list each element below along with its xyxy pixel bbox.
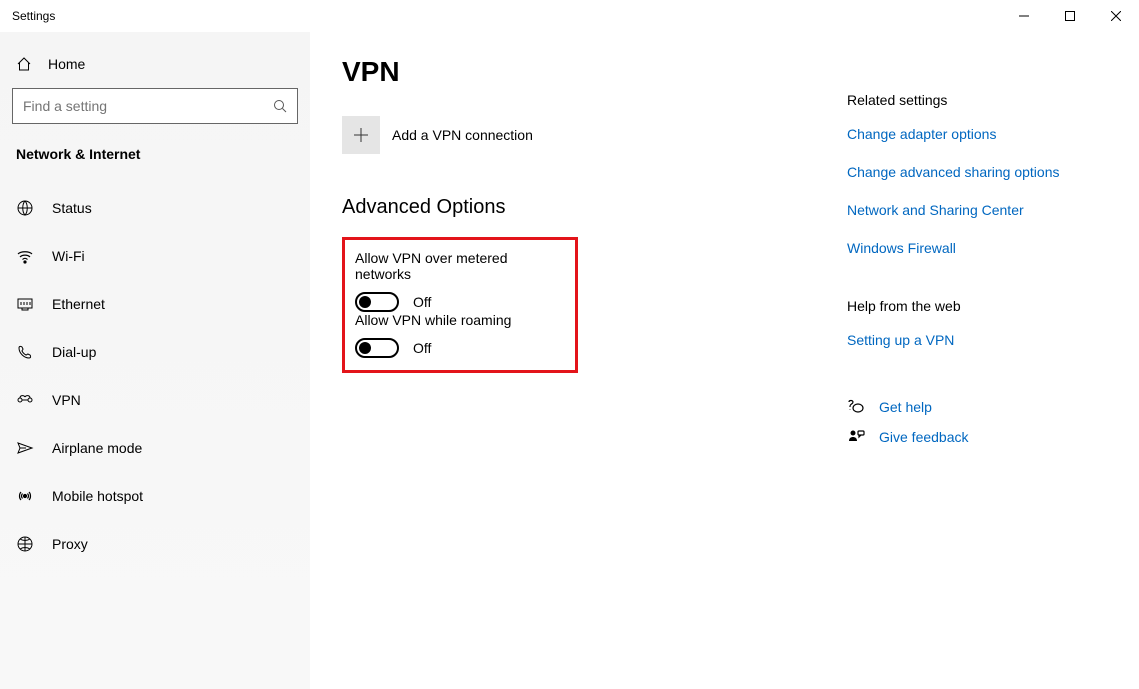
link-setting-up-vpn[interactable]: Setting up a VPN (847, 332, 1107, 348)
toggle-roaming-state: Off (413, 340, 431, 356)
feedback-icon (847, 428, 865, 446)
sidebar-item-label: Wi-Fi (52, 248, 85, 264)
ethernet-icon (16, 295, 34, 313)
sidebar-item-label: Proxy (52, 536, 88, 552)
minimize-button[interactable] (1001, 0, 1047, 32)
vpn-icon (16, 391, 34, 409)
search-box[interactable] (12, 88, 298, 124)
page-title: VPN (342, 56, 787, 88)
category-label: Network & Internet (12, 146, 298, 162)
main-panel: VPN Add a VPN connection Advanced Option… (310, 32, 1139, 689)
airplane-icon (16, 439, 34, 457)
toggle-metered: Allow VPN over metered networks Off (355, 250, 565, 312)
sidebar: Home Network & Internet Status Wi-Fi (0, 32, 310, 689)
window-controls (1001, 0, 1139, 32)
right-panel: Related settings Change adapter options … (847, 56, 1107, 689)
toggle-roaming: Allow VPN while roaming Off (355, 312, 565, 358)
help-from-web-heading: Help from the web (847, 298, 1107, 314)
home-label: Home (48, 56, 85, 72)
sidebar-item-hotspot[interactable]: Mobile hotspot (12, 472, 298, 520)
link-advanced-sharing[interactable]: Change advanced sharing options (847, 164, 1107, 180)
add-vpn-label: Add a VPN connection (392, 127, 533, 143)
sidebar-item-label: Mobile hotspot (52, 488, 143, 504)
toggle-roaming-switch[interactable] (355, 338, 399, 358)
close-button[interactable] (1093, 0, 1139, 32)
sidebar-item-label: Ethernet (52, 296, 105, 312)
search-icon (273, 99, 287, 113)
highlighted-region: Allow VPN over metered networks Off Allo… (342, 237, 578, 373)
content-area: Home Network & Internet Status Wi-Fi (0, 32, 1139, 689)
link-network-sharing-center[interactable]: Network and Sharing Center (847, 202, 1107, 218)
sidebar-item-wifi[interactable]: Wi-Fi (12, 232, 298, 280)
sidebar-item-dialup[interactable]: Dial-up (12, 328, 298, 376)
sidebar-item-vpn[interactable]: VPN (12, 376, 298, 424)
titlebar: Settings (0, 0, 1139, 32)
search-input[interactable] (23, 98, 273, 114)
toggle-metered-state: Off (413, 294, 431, 310)
maximize-button[interactable] (1047, 0, 1093, 32)
hotspot-icon (16, 487, 34, 505)
dialup-icon (16, 343, 34, 361)
give-feedback-label: Give feedback (879, 429, 969, 445)
add-vpn-button[interactable]: Add a VPN connection (342, 116, 787, 154)
sidebar-item-status[interactable]: Status (12, 184, 298, 232)
link-windows-firewall[interactable]: Windows Firewall (847, 240, 1107, 256)
get-help-link[interactable]: Get help (847, 398, 1107, 416)
status-icon (16, 199, 34, 217)
sidebar-item-ethernet[interactable]: Ethernet (12, 280, 298, 328)
toggle-knob (359, 296, 371, 308)
sidebar-item-proxy[interactable]: Proxy (12, 520, 298, 568)
home-nav[interactable]: Home (12, 48, 298, 88)
proxy-icon (16, 535, 34, 553)
related-settings-heading: Related settings (847, 92, 1107, 108)
sidebar-item-label: Dial-up (52, 344, 96, 360)
wifi-icon (16, 247, 34, 265)
advanced-options-heading: Advanced Options (342, 196, 787, 219)
main-content: VPN Add a VPN connection Advanced Option… (342, 56, 787, 689)
toggle-knob (359, 342, 371, 354)
get-help-label: Get help (879, 399, 932, 415)
sidebar-item-label: Status (52, 200, 92, 216)
sidebar-item-airplane[interactable]: Airplane mode (12, 424, 298, 472)
give-feedback-link[interactable]: Give feedback (847, 428, 1107, 446)
toggle-metered-label: Allow VPN over metered networks (355, 250, 565, 282)
window-title: Settings (12, 9, 55, 23)
toggle-metered-switch[interactable] (355, 292, 399, 312)
toggle-roaming-label: Allow VPN while roaming (355, 312, 565, 328)
home-icon (16, 56, 32, 72)
link-adapter-options[interactable]: Change adapter options (847, 126, 1107, 142)
sidebar-item-label: VPN (52, 392, 81, 408)
sidebar-item-label: Airplane mode (52, 440, 142, 456)
plus-icon (342, 116, 380, 154)
help-icon (847, 398, 865, 416)
